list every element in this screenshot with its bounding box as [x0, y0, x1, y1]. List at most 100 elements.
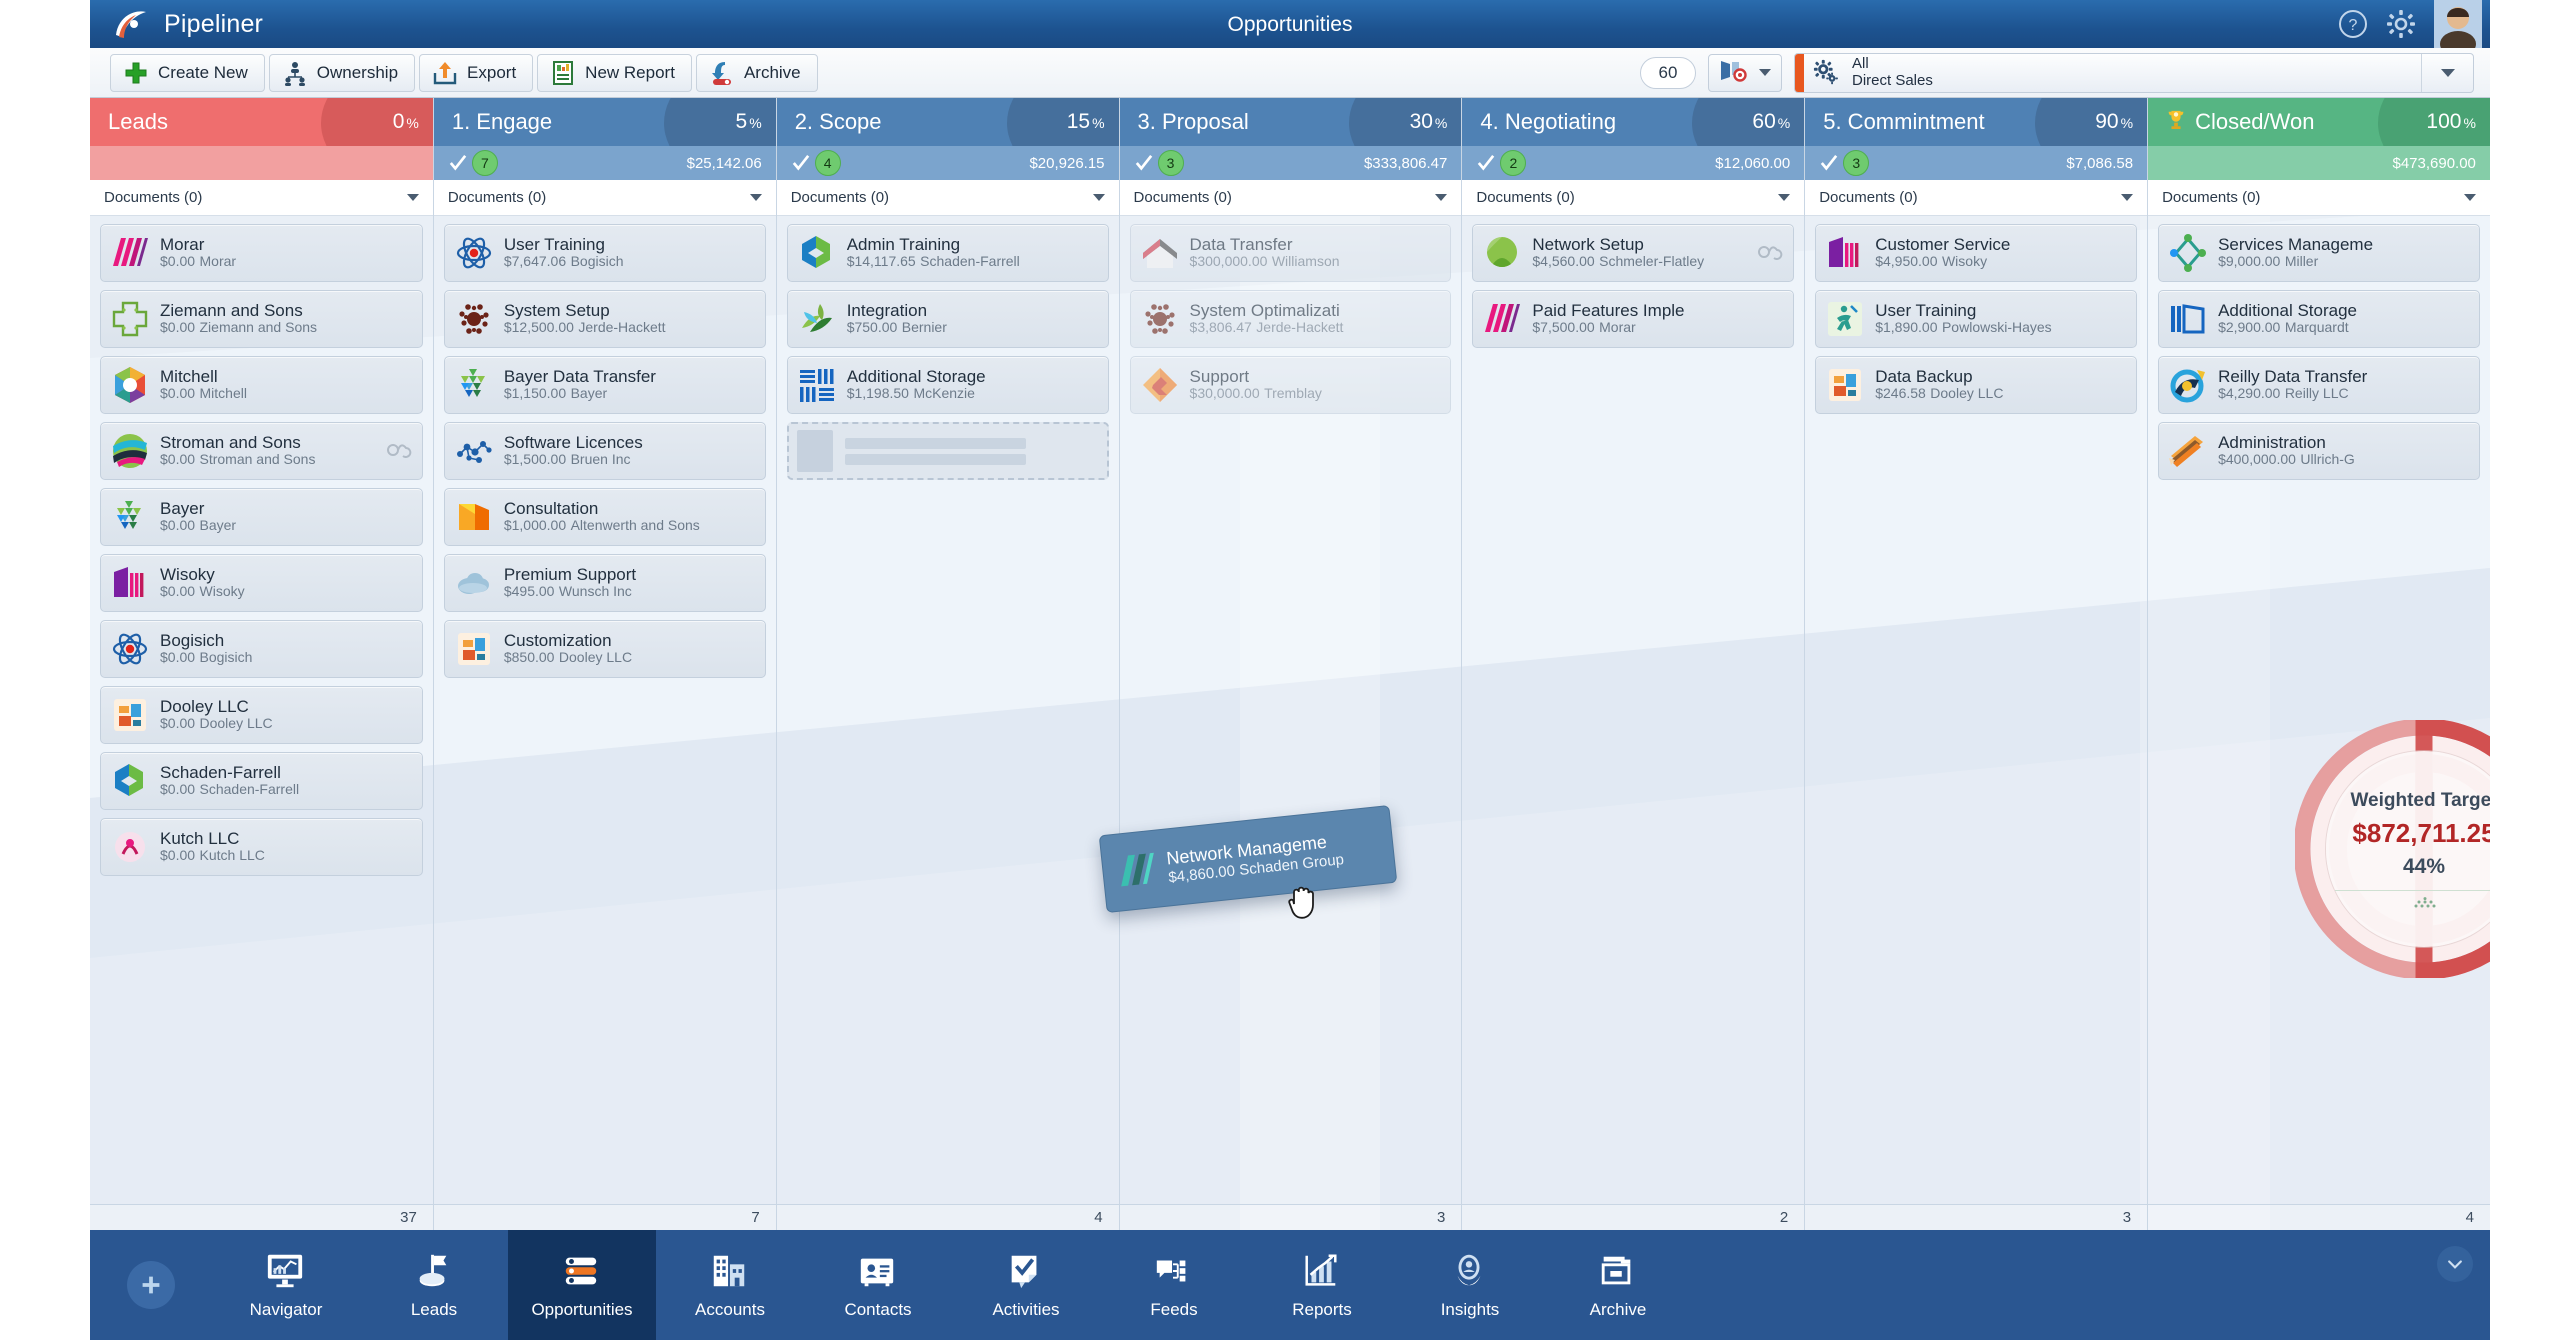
opportunity-card[interactable]: Data Transfer $300,000.00 Williamson	[1129, 224, 1452, 282]
opportunity-card[interactable]: Additional Storage $1,198.50 McKenzie	[786, 356, 1109, 414]
nav-item-contacts[interactable]: Contacts	[804, 1230, 952, 1340]
help-circle-icon[interactable]: ?	[2338, 9, 2368, 39]
archive-button[interactable]: Archive	[695, 53, 818, 92]
opportunity-card[interactable]: Mitchell $0.00 Mitchell	[100, 356, 423, 414]
column-header[interactable]: 2. Scope 15%	[776, 98, 1119, 146]
nav-item-archive[interactable]: Archive	[1544, 1230, 1692, 1340]
view-mode-selector[interactable]	[1708, 53, 1782, 92]
check-icon	[449, 154, 467, 171]
opportunity-card[interactable]: User Training $1,890.00 Powlowski-Hayes	[1815, 290, 2138, 348]
opportunity-card[interactable]: System Setup $12,500.00 Jerde-Hackett	[443, 290, 766, 348]
column-header[interactable]: Leads 0%	[90, 98, 433, 146]
opportunity-card[interactable]: User Training $7,647.06 Bogisich	[443, 224, 766, 282]
opportunity-card[interactable]: Support $30,000.00 Tremblay	[1129, 356, 1452, 414]
filter-selector[interactable]: All Direct Sales	[1794, 52, 2474, 93]
collapse-panel-button[interactable]	[2420, 1230, 2490, 1340]
opportunity-card[interactable]: Bayer Data Transfer $1,150.00 Bayer	[443, 356, 766, 414]
bar-chart-arrow-icon	[1300, 1251, 1344, 1293]
logo-dots-sphere-icon	[1139, 298, 1181, 340]
card-amount: $300,000.00	[1189, 252, 1268, 269]
column-header[interactable]: 1. Engage 5%	[433, 98, 776, 146]
documents-dropdown[interactable]: Documents (0)	[1462, 180, 1805, 216]
filter-chevron-down-icon[interactable]	[2421, 53, 2473, 92]
gauge-drag-handle[interactable]	[2401, 896, 2447, 908]
opportunity-card[interactable]: Additional Storage $2,900.00 Marquardt	[2158, 290, 2480, 348]
nav-item-leads[interactable]: Leads	[360, 1230, 508, 1340]
weighted-target-gauge[interactable]: Weighted Target $872,711.25 44%	[2293, 718, 2490, 980]
column-amount: $12,060.00	[1715, 154, 1791, 172]
create-new-button[interactable]: Create New	[110, 53, 265, 92]
nav-item-insights[interactable]: Insights	[1396, 1230, 1544, 1340]
nav-item-reports[interactable]: Reports	[1248, 1230, 1396, 1340]
opportunity-card[interactable]: Stroman and Sons $0.00 Stroman and Sons	[100, 422, 423, 480]
add-record-button[interactable]	[90, 1230, 212, 1340]
documents-dropdown[interactable]: Documents (0)	[433, 180, 776, 216]
opportunity-card[interactable]: Customization $850.00 Dooley LLC	[443, 620, 766, 678]
opportunity-card[interactable]: Bogisich $0.00 Bogisich	[100, 620, 423, 678]
column-name: 4. Negotiating	[1480, 109, 1617, 134]
opportunity-card[interactable]: Consultation $1,000.00 Altenwerth and So…	[443, 488, 766, 546]
nav-item-opportunities[interactable]: Opportunities	[508, 1230, 656, 1340]
column-summary: 4 $20,926.15	[776, 146, 1119, 180]
watch-glasses-icon[interactable]	[386, 440, 412, 463]
nav-item-label: Activities	[992, 1299, 1060, 1319]
opportunity-card[interactable]: Ziemann and Sons $0.00 Ziemann and Sons	[100, 290, 423, 348]
card-title: Consultation	[503, 499, 599, 518]
opportunity-card[interactable]: Schaden-Farrell $0.00 Schaden-Farrell	[100, 752, 423, 810]
column-header[interactable]: 4. Negotiating 60%	[1462, 98, 1805, 146]
documents-label: Documents (0)	[2162, 189, 2261, 206]
opportunity-card[interactable]: Software Licences $1,500.00 Bruen Inc	[443, 422, 766, 480]
nav-item-feeds[interactable]: Feeds	[1100, 1230, 1248, 1340]
chevron-down-icon	[1759, 69, 1771, 76]
opportunity-card[interactable]: Reilly Data Transfer $4,290.00 Reilly LL…	[2158, 356, 2480, 414]
column-header[interactable]: 3. Proposal 30%	[1119, 98, 1462, 146]
documents-dropdown[interactable]: Documents (0)	[2148, 180, 2490, 216]
opportunity-card[interactable]: Dooley LLC $0.00 Dooley LLC	[100, 686, 423, 744]
window-frame-right	[2490, 0, 2560, 1340]
column-cards: Services Manageme $9,000.00 Miller Addit…	[2148, 216, 2490, 1204]
column-header[interactable]: 5. Commintment 90%	[1805, 98, 2148, 146]
nav-item-navigator[interactable]: Navigator	[212, 1230, 360, 1340]
card-account: Powlowski-Hayes	[1941, 318, 2052, 335]
opportunity-card[interactable]: Services Manageme $9,000.00 Miller	[2158, 224, 2480, 282]
opportunity-card[interactable]: System Optimalizati $3,806.47 Jerde-Hack…	[1129, 290, 1452, 348]
opportunity-card[interactable]: Admin Training $14,117.65 Schaden-Farrel…	[786, 224, 1109, 282]
gear-icon[interactable]	[2386, 9, 2416, 39]
documents-dropdown[interactable]: Documents (0)	[1805, 180, 2148, 216]
opportunity-card[interactable]: Bayer $0.00 Bayer	[100, 488, 423, 546]
ownership-button[interactable]: Ownership	[268, 53, 416, 92]
user-avatar[interactable]	[2434, 0, 2482, 48]
flag-icon	[412, 1251, 456, 1293]
opportunity-card[interactable]: Customer Service $4,950.00 Wisoky	[1815, 224, 2138, 282]
opportunity-card[interactable]: Premium Support $495.00 Wunsch Inc	[443, 554, 766, 612]
check-icon	[1478, 154, 1495, 171]
opportunity-card[interactable]: Network Setup $4,560.00 Schmeler-Flatley	[1472, 224, 1795, 282]
opportunity-card[interactable]: Wisoky $0.00 Wisoky	[100, 554, 423, 612]
opportunity-card[interactable]: Morar $0.00 Morar	[100, 224, 423, 282]
export-button[interactable]: Export	[419, 53, 534, 92]
nav-item-accounts[interactable]: Accounts	[656, 1230, 804, 1340]
documents-dropdown[interactable]: Documents (0)	[1119, 180, 1462, 216]
new-report-button[interactable]: New Report	[537, 53, 692, 92]
window-frame-left	[0, 0, 90, 1340]
column-summary: 3 $333,806.47	[1119, 146, 1462, 180]
nav-item-activities[interactable]: Activities	[952, 1230, 1100, 1340]
opportunity-card[interactable]: Integration $750.00 Bernier	[786, 290, 1109, 348]
column-name: 5. Commintment	[1823, 109, 1985, 134]
documents-dropdown[interactable]: Documents (0)	[90, 180, 433, 216]
column-footer-count: 4	[2465, 1209, 2474, 1226]
logo-atom-icon	[109, 628, 151, 670]
opportunity-card[interactable]: Kutch LLC $0.00 Kutch LLC	[100, 818, 423, 876]
card-account: Dooley LLC	[558, 648, 633, 665]
card-title: Services Manageme	[2218, 235, 2374, 254]
opportunity-card[interactable]: Data Backup $246.58 Dooley LLC	[1815, 356, 2138, 414]
column-header[interactable]: Closed/Won 100%	[2148, 98, 2490, 146]
check-icon	[792, 154, 809, 171]
column-amount: $7,086.58	[2066, 154, 2134, 172]
logo-house-roof-icon	[1139, 232, 1181, 274]
card-account: Altenwerth and Sons	[570, 516, 700, 533]
documents-dropdown[interactable]: Documents (0)	[776, 180, 1119, 216]
opportunity-card[interactable]: Paid Features Imple $7,500.00 Morar	[1472, 290, 1795, 348]
opportunity-card[interactable]: Administration $400,000.00 Ullrich-G	[2158, 422, 2480, 480]
watch-glasses-icon[interactable]	[1757, 242, 1783, 265]
